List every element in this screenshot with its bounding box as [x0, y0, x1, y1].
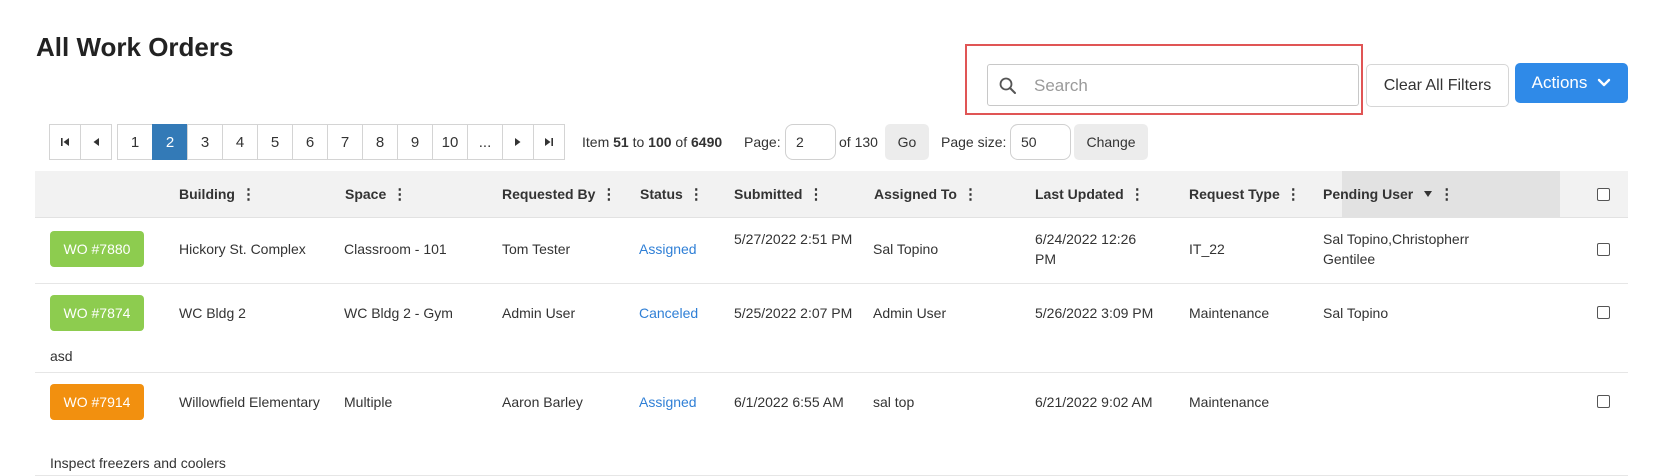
- last-updated-cell: 6/24/2022 12:26 PM: [1035, 231, 1137, 267]
- prev-page-button[interactable]: [80, 124, 112, 160]
- space-cell: WC Bldg 2 - Gym: [344, 305, 453, 321]
- search-box[interactable]: [987, 64, 1359, 107]
- last-updated-cell: 5/26/2022 3:09 PM: [1035, 305, 1154, 321]
- page-button-10[interactable]: 10: [432, 124, 468, 160]
- to-label: to: [632, 134, 645, 150]
- requested-by-cell: Tom Tester: [502, 241, 571, 257]
- item-total: 6490: [691, 134, 723, 150]
- page-button-4[interactable]: 4: [222, 124, 258, 160]
- caret-left-icon: [93, 138, 99, 146]
- of-label: of: [675, 134, 688, 150]
- requested-by-cell: Aaron Barley: [502, 394, 583, 410]
- status-link[interactable]: Assigned: [639, 239, 697, 259]
- row-checkbox[interactable]: [1597, 395, 1610, 408]
- page-button-3[interactable]: 3: [187, 124, 223, 160]
- column-header-status[interactable]: Status ⋮: [640, 171, 704, 217]
- submitted-cell: 5/27/2022 2:51 PM: [734, 231, 853, 247]
- assigned-to-cell: Admin User: [873, 305, 947, 321]
- page-button-7[interactable]: 7: [327, 124, 363, 160]
- column-header-space[interactable]: Space ⋮: [345, 171, 407, 217]
- pending-user-cell: Sal Topino: [1323, 305, 1389, 321]
- item-range: Item 51 to 100 of 6490: [582, 124, 722, 160]
- request-type-cell: IT_22: [1189, 241, 1225, 257]
- caret-right-icon: [515, 138, 521, 146]
- sort-desc-icon: [1424, 191, 1433, 197]
- item-label: Item: [582, 134, 610, 150]
- request-type-cell: Maintenance: [1189, 394, 1270, 410]
- item-from: 51: [613, 134, 629, 150]
- pending-user-cell: Sal Topino,Christopherr Gentilee: [1323, 231, 1470, 267]
- last-page-icon: [545, 138, 553, 146]
- page-number-input[interactable]: 2: [785, 124, 836, 160]
- row-description: asd: [50, 348, 73, 364]
- column-header-requested-by[interactable]: Requested By ⋮: [502, 171, 616, 217]
- clear-all-filters-button[interactable]: Clear All Filters: [1366, 64, 1509, 107]
- page-title: All Work Orders: [36, 32, 234, 62]
- building-cell: WC Bldg 2: [179, 305, 246, 321]
- page-button-ellipsis[interactable]: ...: [467, 124, 503, 160]
- search-icon: [999, 77, 1016, 94]
- total-pages: of 130: [839, 134, 878, 150]
- building-cell: Willowfield Elementary: [179, 394, 320, 410]
- next-page-button[interactable]: [502, 124, 534, 160]
- column-menu-icon[interactable]: ⋮: [963, 185, 978, 203]
- column-menu-icon[interactable]: ⋮: [1439, 185, 1454, 203]
- last-page-button[interactable]: [533, 124, 565, 160]
- column-menu-icon[interactable]: ⋮: [1130, 185, 1145, 203]
- search-input[interactable]: [1032, 65, 1356, 107]
- row-description: Inspect freezers and coolers: [50, 455, 226, 471]
- chevron-down-icon: [1598, 78, 1611, 87]
- work-order-badge[interactable]: WO #7880: [50, 231, 144, 267]
- request-type-cell: Maintenance: [1189, 305, 1270, 321]
- building-cell: Hickory St. Complex: [179, 241, 306, 257]
- column-header-building[interactable]: Building ⋮: [179, 171, 256, 217]
- column-header-assigned-to[interactable]: Assigned To ⋮: [874, 171, 978, 217]
- column-header-submitted[interactable]: Submitted ⋮: [734, 171, 823, 217]
- page-button-5[interactable]: 5: [257, 124, 293, 160]
- first-page-button[interactable]: [49, 124, 81, 160]
- column-menu-icon[interactable]: ⋮: [392, 185, 407, 203]
- actions-button[interactable]: Actions: [1515, 63, 1628, 103]
- page-button-9[interactable]: 9: [397, 124, 433, 160]
- column-menu-icon[interactable]: ⋮: [689, 185, 704, 203]
- actions-label: Actions: [1531, 73, 1588, 92]
- page-button-6[interactable]: 6: [292, 124, 328, 160]
- select-all-checkbox[interactable]: [1597, 188, 1610, 201]
- column-header-pending-user[interactable]: Pending User ⋮: [1323, 171, 1454, 217]
- pagination: 1 2 3 4 5 6 7 8 9 10 ...: [49, 124, 565, 160]
- page-button-2[interactable]: 2: [152, 124, 188, 160]
- space-cell: Classroom - 101: [344, 241, 447, 257]
- column-header-request-type[interactable]: Request Type ⋮: [1189, 171, 1301, 217]
- page-size-label: Page size:: [941, 134, 1007, 150]
- status-link[interactable]: Assigned: [639, 392, 697, 412]
- submitted-cell: 6/1/2022 6:55 AM: [734, 394, 844, 410]
- page-button-8[interactable]: 8: [362, 124, 398, 160]
- assigned-to-cell: Sal Topino: [873, 241, 939, 257]
- submitted-cell: 5/25/2022 2:07 PM: [734, 305, 853, 321]
- column-menu-icon[interactable]: ⋮: [601, 185, 616, 203]
- page-button-1[interactable]: 1: [117, 124, 153, 160]
- table-header: Building ⋮ Space ⋮ Requested By ⋮ Status ⋮ S…: [35, 171, 1628, 218]
- page-size-input[interactable]: 50: [1010, 124, 1071, 160]
- page-label: Page:: [744, 134, 781, 150]
- row-checkbox[interactable]: [1597, 243, 1610, 256]
- status-link[interactable]: Canceled: [639, 303, 698, 323]
- work-order-badge[interactable]: WO #7874: [50, 295, 144, 331]
- requested-by-cell: Admin User: [502, 305, 576, 321]
- column-header-last-updated[interactable]: Last Updated ⋮: [1035, 171, 1145, 217]
- go-button[interactable]: Go: [885, 124, 929, 160]
- space-cell: Multiple: [344, 394, 393, 410]
- item-to: 100: [648, 134, 672, 150]
- column-menu-icon[interactable]: ⋮: [241, 185, 256, 203]
- column-menu-icon[interactable]: ⋮: [808, 185, 823, 203]
- last-updated-cell: 6/21/2022 9:02 AM: [1035, 394, 1153, 410]
- work-order-badge[interactable]: WO #7914: [50, 384, 144, 420]
- assigned-to-cell: sal top: [873, 394, 915, 410]
- first-page-icon: [61, 138, 69, 146]
- column-menu-icon[interactable]: ⋮: [1286, 185, 1301, 203]
- row-checkbox[interactable]: [1597, 306, 1610, 319]
- change-button[interactable]: Change: [1074, 124, 1148, 160]
